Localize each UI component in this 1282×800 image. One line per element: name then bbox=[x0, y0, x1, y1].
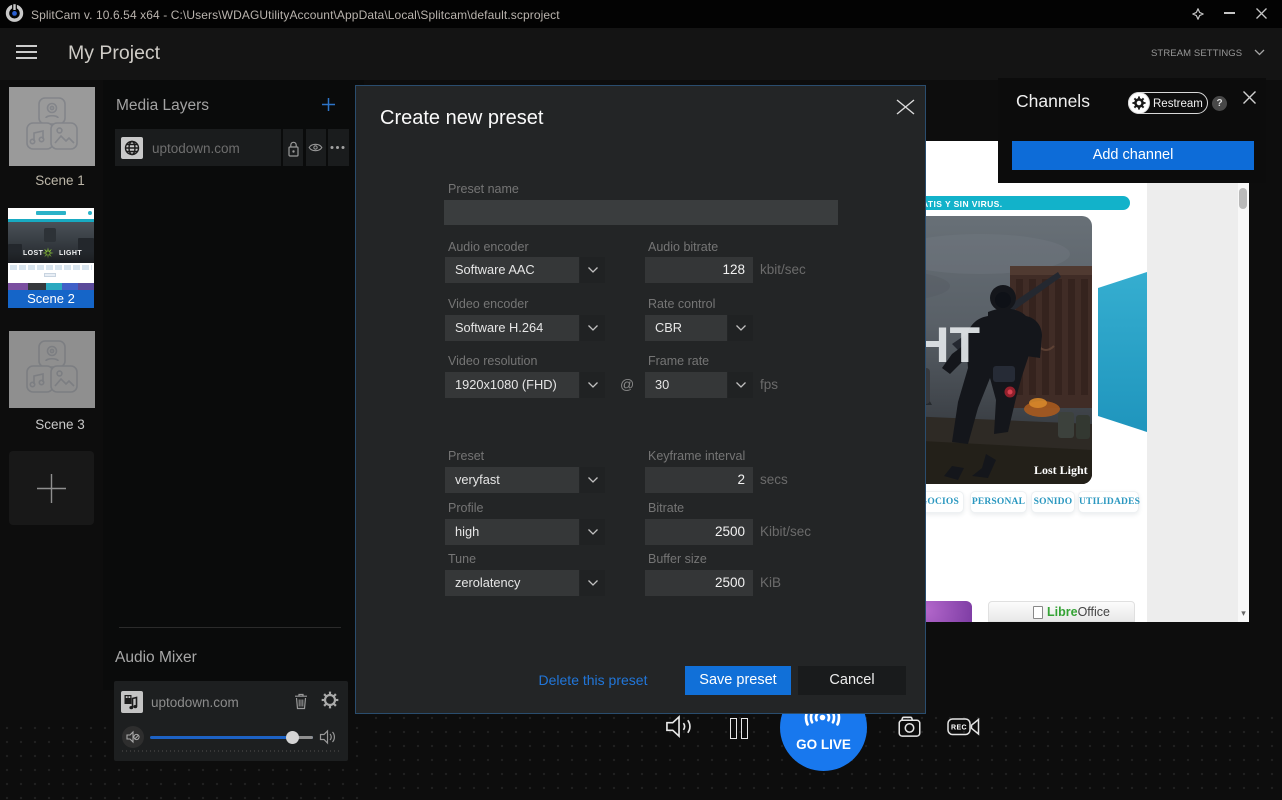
svg-text:Lost Light: Lost Light bbox=[1034, 463, 1088, 477]
svg-text:REC: REC bbox=[951, 725, 967, 732]
